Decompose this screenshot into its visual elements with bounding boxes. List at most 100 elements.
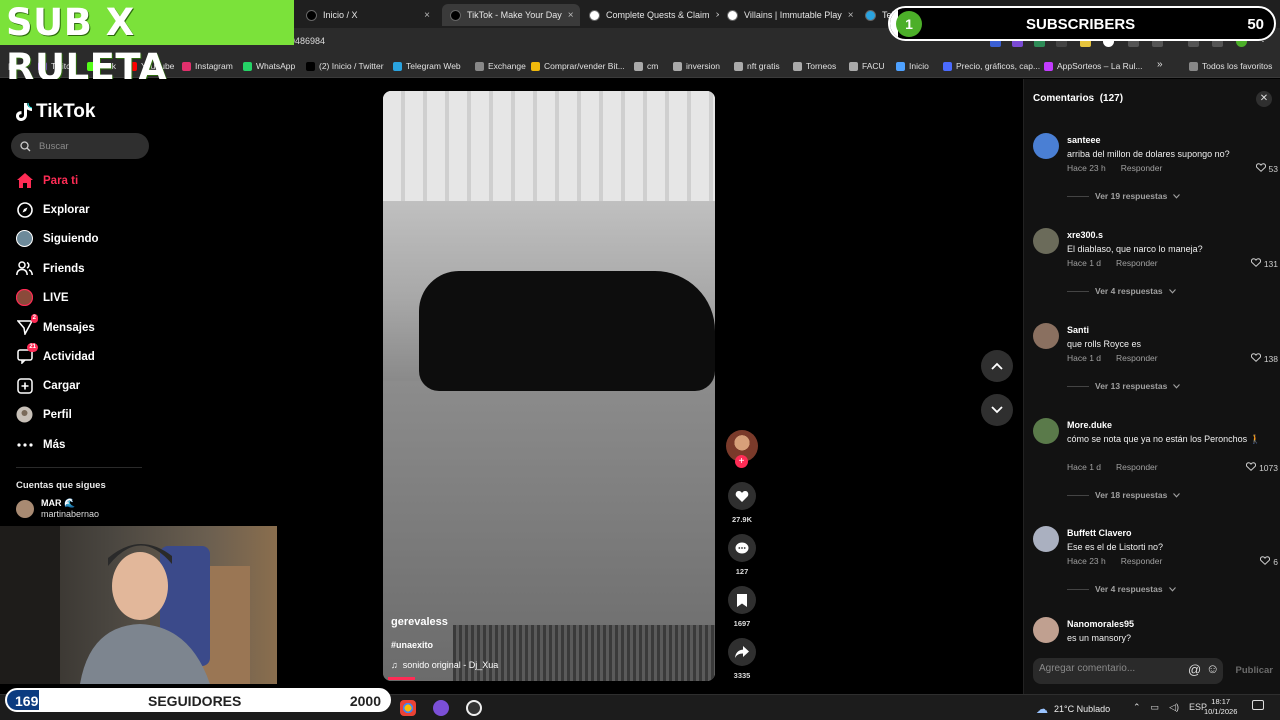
close-tab-icon[interactable]: × [568,10,574,21]
save-button[interactable] [728,586,756,614]
browser-tab[interactable]: Inicio / X × [298,4,438,26]
close-tab-icon[interactable]: × [424,10,430,21]
app-icon[interactable] [433,700,449,716]
url-field[interactable]: 9486984 [290,36,325,46]
nav-item-live[interactable]: LIVE [16,289,69,306]
video-player[interactable]: gerevaless #unaexito ♫ sonido original - … [383,91,715,681]
bookmark-item[interactable]: WhatsApp [243,61,295,71]
bookmark-label: cm [647,61,659,71]
heart-outline-icon [1255,163,1266,174]
next-video-button[interactable] [981,394,1013,426]
comment-username[interactable]: Santi [1067,325,1089,335]
bookmark-item[interactable]: Torneos [793,61,836,71]
reply-button[interactable]: Responder [1116,353,1158,363]
avatar[interactable] [1033,617,1059,643]
video-progress-bar[interactable] [388,677,415,680]
bookmark-item[interactable]: Comprar/vender Bit... [531,61,625,71]
comment-button[interactable] [728,534,756,562]
comment-like-button[interactable]: 131 [1250,258,1278,269]
previous-video-button[interactable] [981,350,1013,382]
app-icon[interactable] [466,700,482,716]
comment-action[interactable]: 127 [726,534,758,576]
nav-item-friends[interactable]: Friends [16,260,85,277]
close-comments-button[interactable]: ✕ [1256,91,1272,107]
like-action[interactable]: 27.9K [726,482,758,524]
save-action[interactable]: 1697 [726,586,758,628]
nav-item-cargar[interactable]: Cargar [16,377,80,394]
video-hashtag[interactable]: #unaexito [391,640,433,650]
search-box[interactable]: Buscar [11,133,149,159]
comment-username[interactable]: Buffett Clavero [1067,528,1132,538]
nav-item-siguiendo[interactable]: Siguiendo [16,230,99,247]
view-replies-button[interactable]: Ver 18 respuestas [1067,490,1181,500]
following-account[interactable]: MAR 🌊 martinabernao [16,498,99,519]
view-replies-button[interactable]: Ver 13 respuestas [1067,381,1181,391]
bookmark-item[interactable]: nft gratis [734,61,780,71]
comment-username[interactable]: Nanomorales95 [1067,619,1134,629]
view-replies-button[interactable]: Ver 19 respuestas [1067,191,1181,201]
comment-like-button[interactable]: 138 [1250,353,1278,364]
bookmark-item[interactable]: inversion [673,61,720,71]
nav-item-m-s[interactable]: Más [16,436,65,453]
video-sound[interactable]: ♫ sonido original - Dj_Xua [391,660,498,670]
bookmark-item[interactable]: Precio, gráficos, cap... [943,61,1040,71]
all-favorites[interactable]: Todos los favoritos [1189,61,1272,71]
chrome-icon[interactable] [400,700,416,716]
video-username[interactable]: gerevaless [391,616,448,628]
view-replies-button[interactable]: Ver 4 respuestas [1067,286,1176,296]
avatar[interactable] [1033,133,1059,159]
search-input[interactable]: Buscar [39,141,69,152]
share-button[interactable] [728,638,756,666]
comment-username[interactable]: santeee [1067,135,1101,145]
bookmark-item[interactable]: FACU [849,61,885,71]
reply-button[interactable]: Responder [1116,462,1158,472]
comment-like-button[interactable]: 6 [1260,556,1278,567]
more-bookmarks-icon[interactable]: » [1157,59,1163,70]
weather-widget[interactable]: ☁ 21°C Nublado [1036,702,1110,716]
view-replies-button[interactable]: Ver 4 respuestas [1067,584,1176,594]
comment-username[interactable]: More.duke [1067,420,1112,430]
avatar[interactable] [1033,323,1059,349]
avatar[interactable] [1033,418,1059,444]
bookmark-item[interactable]: cm [634,61,658,71]
reply-button[interactable]: Responder [1121,163,1163,173]
mention-icon[interactable]: @ [1188,662,1201,677]
like-button[interactable] [728,482,756,510]
comment-username[interactable]: xre300.s [1067,230,1103,240]
avatar[interactable] [1033,526,1059,552]
bookmark-item[interactable]: (2) Inicio / Twitter [306,61,384,71]
share-action[interactable]: 3335 [726,638,758,680]
comment-meta: Hace 23 h Responder [1067,163,1162,173]
comment-input[interactable] [1039,663,1179,674]
emoji-icon[interactable]: ☺ [1206,661,1219,676]
bookmark-item[interactable]: Telegram Web [393,61,461,71]
browser-tab[interactable]: Villains | Immutable Play × [719,4,857,26]
nav-item-explorar[interactable]: Explorar [16,201,90,218]
reply-button[interactable]: Responder [1116,258,1158,268]
nav-item-para-ti[interactable]: Para ti [16,172,78,189]
nav-label: Más [43,438,66,451]
clock[interactable]: 18:17 10/1/2026 [1204,697,1237,717]
reply-button[interactable]: Responder [1121,556,1163,566]
notifications-icon[interactable] [1252,700,1264,710]
bookmark-item[interactable]: Exchange [475,61,526,71]
chevron-up-icon[interactable]: ⌃ [1133,702,1141,713]
avatar[interactable] [1033,228,1059,254]
nav-item-mensajes[interactable]: 2 Mensajes [16,314,95,336]
nav-item-perfil[interactable]: Perfil [16,406,72,423]
comment-like-button[interactable]: 1073 [1246,462,1278,473]
bookmark-item[interactable]: AppSorteos – La Rul... [1044,61,1143,71]
close-tab-icon[interactable]: × [848,10,854,21]
volume-icon[interactable]: ◁) [1169,702,1179,713]
bookmark-item[interactable]: Instagram [182,61,233,71]
tiktok-logo[interactable]: TikTok [16,101,95,123]
publish-button[interactable]: Publicar [1236,665,1274,676]
nav-item-actividad[interactable]: 21 Actividad [16,343,95,365]
browser-tab[interactable]: Complete Quests & Claim × [581,4,719,26]
follow-plus-button[interactable]: + [735,455,748,468]
bookmark-item[interactable]: Inicio [896,61,929,71]
browser-tab[interactable]: TikTok - Make Your Day × [442,4,580,26]
comment-input-box[interactable]: @ ☺ [1033,658,1223,684]
network-icon[interactable]: ▭ [1151,702,1160,713]
comment-like-button[interactable]: 53 [1255,163,1278,174]
